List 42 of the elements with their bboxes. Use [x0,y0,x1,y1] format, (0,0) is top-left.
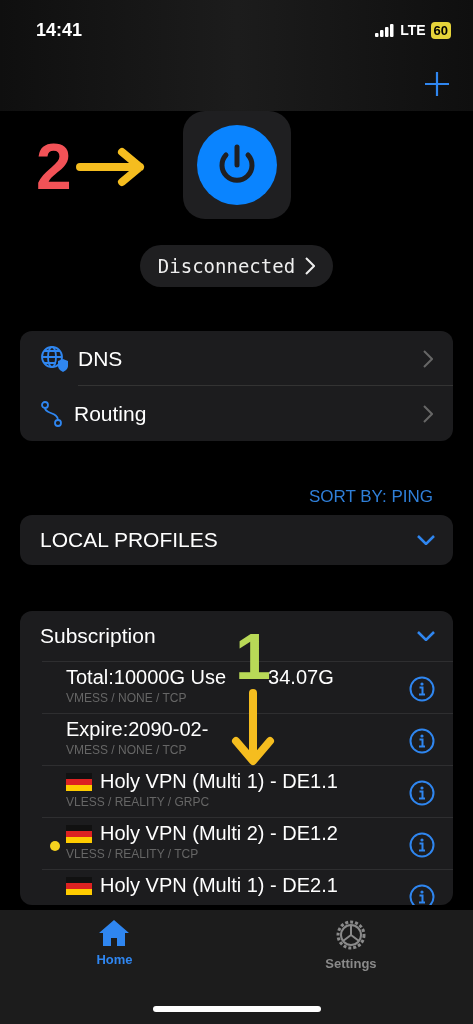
profile-title[interactable]: Holy VPN (Multi 1) - DE1.1 [100,770,338,793]
info-button[interactable] [409,780,435,806]
annotation-number: 2 [36,135,72,199]
profile-title[interactable]: Total:10000G Use [66,666,227,689]
section-title: Subscription [40,624,156,648]
profile-protocol: VMESS / NONE / TCP [66,743,188,757]
info-button[interactable] [409,884,435,905]
profile-title[interactable]: Expire:2090-02- [66,718,209,741]
section-title: LOCAL PROFILES [40,528,218,552]
battery-level: 60 [430,21,451,39]
flag-icon [66,876,92,895]
info-button[interactable] [409,676,435,702]
add-button[interactable] [423,70,451,98]
status-time: 14:41 [36,19,83,41]
sort-link[interactable]: SORT BY: PING [308,487,433,507]
settings-row[interactable]: Routing [74,401,413,426]
chevron-right-icon [423,349,433,368]
info-button[interactable] [409,728,435,754]
tab-bar-item[interactable]: Settings [315,918,387,974]
profile-title[interactable]: Holy VPN (Multi 1) - DE2.1 [100,874,338,897]
globe-shield-icon [40,344,68,373]
chevron-right-icon [423,404,433,423]
local-profiles-card[interactable]: LOCAL PROFILES [20,515,453,565]
settings-row[interactable]: DNS [78,346,413,371]
profile-title-end: 34.07G [268,666,334,689]
signal-icon [375,23,396,37]
network-label: LTE [400,22,426,38]
profile-title[interactable]: Holy VPN (Multi 2) - DE1.2 [100,822,338,845]
route-icon [40,399,64,428]
tab-bar-item[interactable]: Home [86,918,143,974]
profile-protocol: VMESS / NONE / TCP [66,691,188,705]
profile-protocol: VLESS / REALITY / TCP [66,847,200,861]
info-button[interactable] [409,832,435,858]
chevron-down-icon [417,631,435,641]
flag-icon [66,772,92,791]
connection-status-button[interactable]: Disconnected [139,245,334,287]
chevron-down-icon [417,535,435,545]
flag-icon [66,824,92,843]
profile-protocol: VLESS / REALITY / GRPC [66,795,211,809]
power-button[interactable] [182,111,291,219]
chevron-right-icon [305,257,316,275]
arrow-down-icon [230,689,276,767]
